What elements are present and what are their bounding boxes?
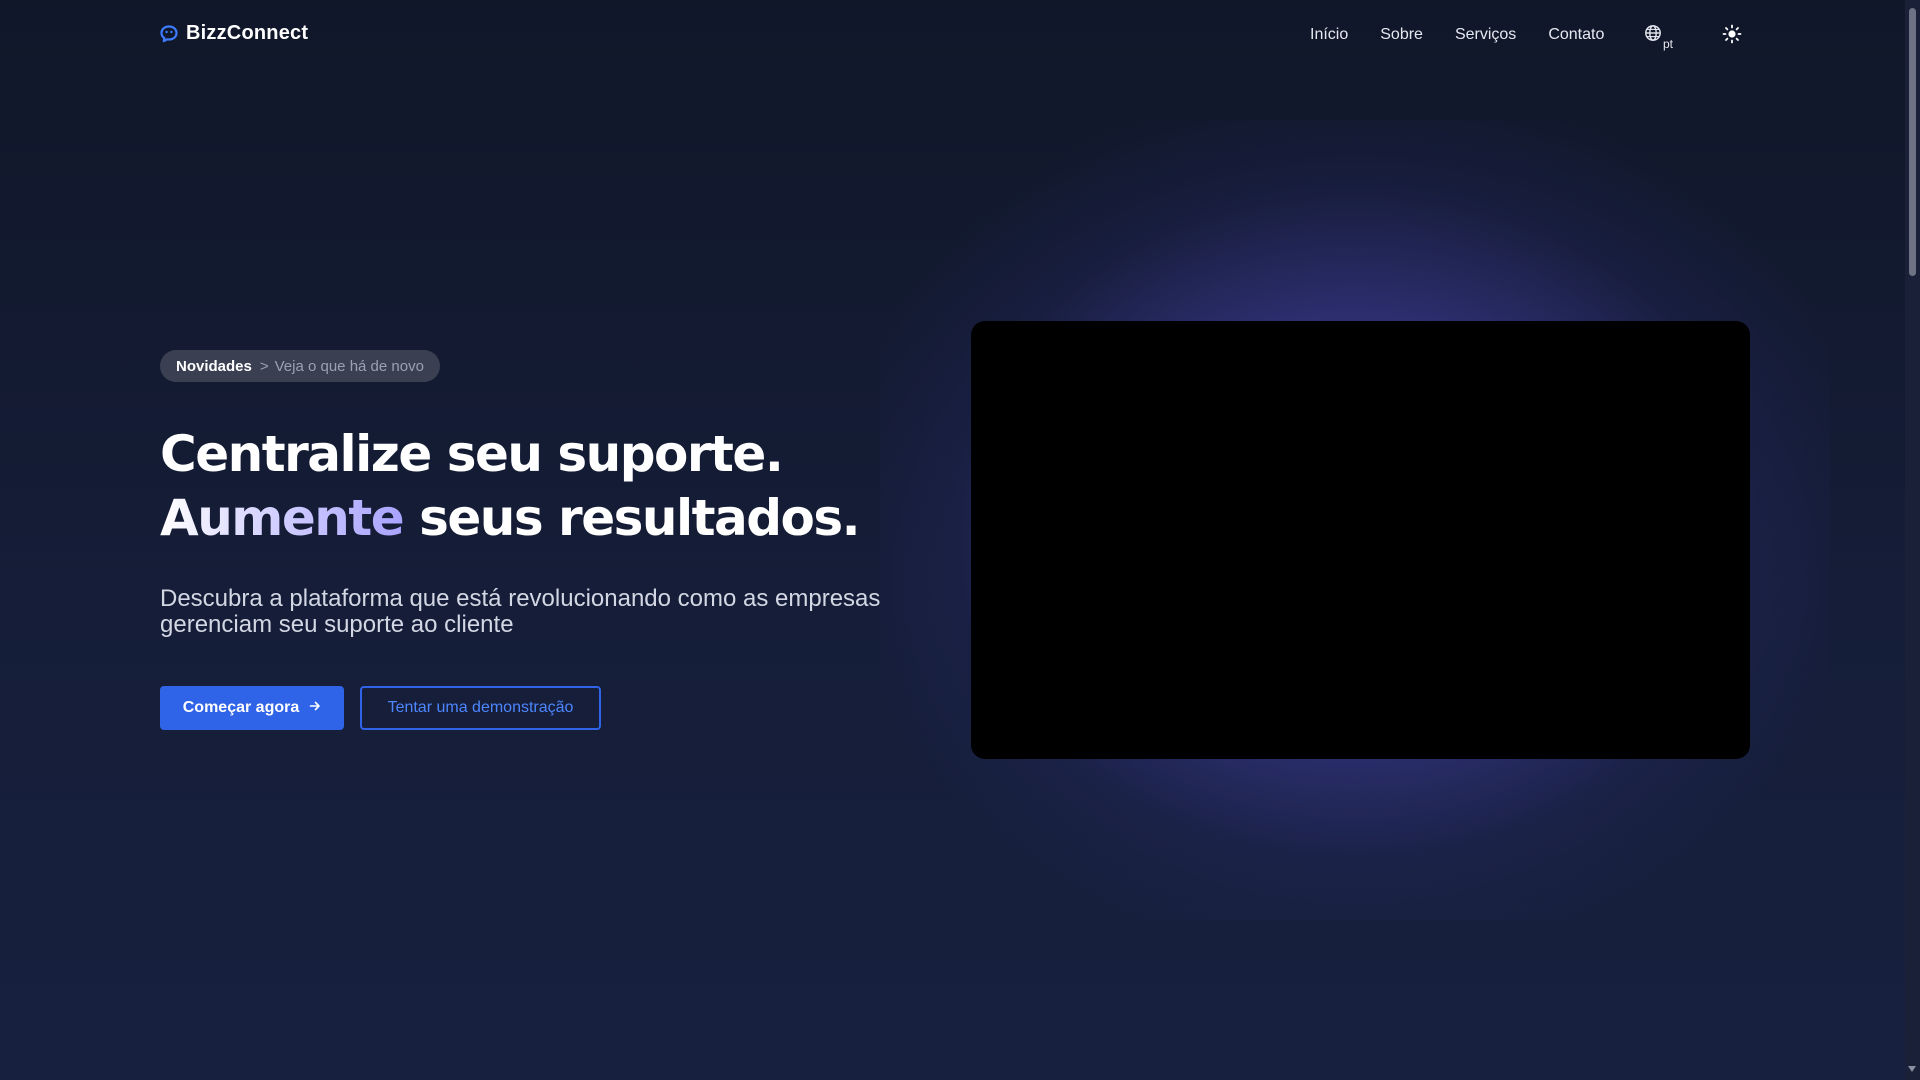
nav-link-inicio[interactable]: Início	[1310, 26, 1348, 44]
get-started-label: Começar agora	[182, 699, 300, 716]
page-scrollbar[interactable]	[1905, 0, 1920, 1080]
hero-subtitle: Descubra a plataforma que está revolucio…	[160, 585, 881, 638]
news-badge-text: Veja o que há de novo	[274, 357, 424, 375]
news-badge[interactable]: Novidades > Veja o que há de novo	[160, 350, 440, 382]
main-nav: Início Sobre Serviços Contato	[1310, 26, 1636, 44]
try-demo-button[interactable]: Tentar uma demonstração	[360, 686, 601, 730]
nav-link-contato[interactable]: Contato	[1548, 26, 1604, 44]
news-badge-title: Novidades	[176, 357, 252, 375]
nav-link-sobre[interactable]: Sobre	[1380, 26, 1423, 44]
landing-page: BizzConnect Início Sobre Serviços Contat…	[0, 0, 1920, 1080]
hero-headline-part1: Centralize seu suporte.	[160, 425, 784, 483]
get-started-button[interactable]: Começar agora	[160, 686, 344, 730]
arrow-right-icon	[309, 699, 321, 717]
sun-icon	[1721, 24, 1743, 49]
brand-name: BizzConnect	[186, 22, 309, 44]
hero-headline-accent: Aumente	[160, 489, 405, 547]
chat-bubble-smile-icon	[160, 24, 178, 43]
news-badge-separator: >	[259, 357, 269, 375]
scrollbar-thumb[interactable]	[1909, 8, 1916, 276]
language-code: pt	[1663, 37, 1674, 51]
theme-toggle-button[interactable]	[1721, 23, 1743, 45]
site-header: BizzConnect Início Sobre Serviços Contat…	[0, 0, 1920, 72]
nav-link-servicos[interactable]: Serviços	[1455, 26, 1516, 44]
scroll-down-arrow-icon[interactable]	[1908, 1066, 1916, 1072]
globe-icon	[1644, 24, 1662, 47]
hero-headline-part2: seus resultados.	[403, 489, 861, 547]
hero-video-player[interactable]	[971, 321, 1750, 759]
try-demo-label: Tentar uma demonstração	[387, 699, 574, 716]
language-selector[interactable]: pt	[1644, 24, 1674, 51]
brand-logo[interactable]: BizzConnect	[160, 22, 308, 45]
hero-headline: Centralize seu suporte. Aumente seus res…	[160, 422, 940, 550]
